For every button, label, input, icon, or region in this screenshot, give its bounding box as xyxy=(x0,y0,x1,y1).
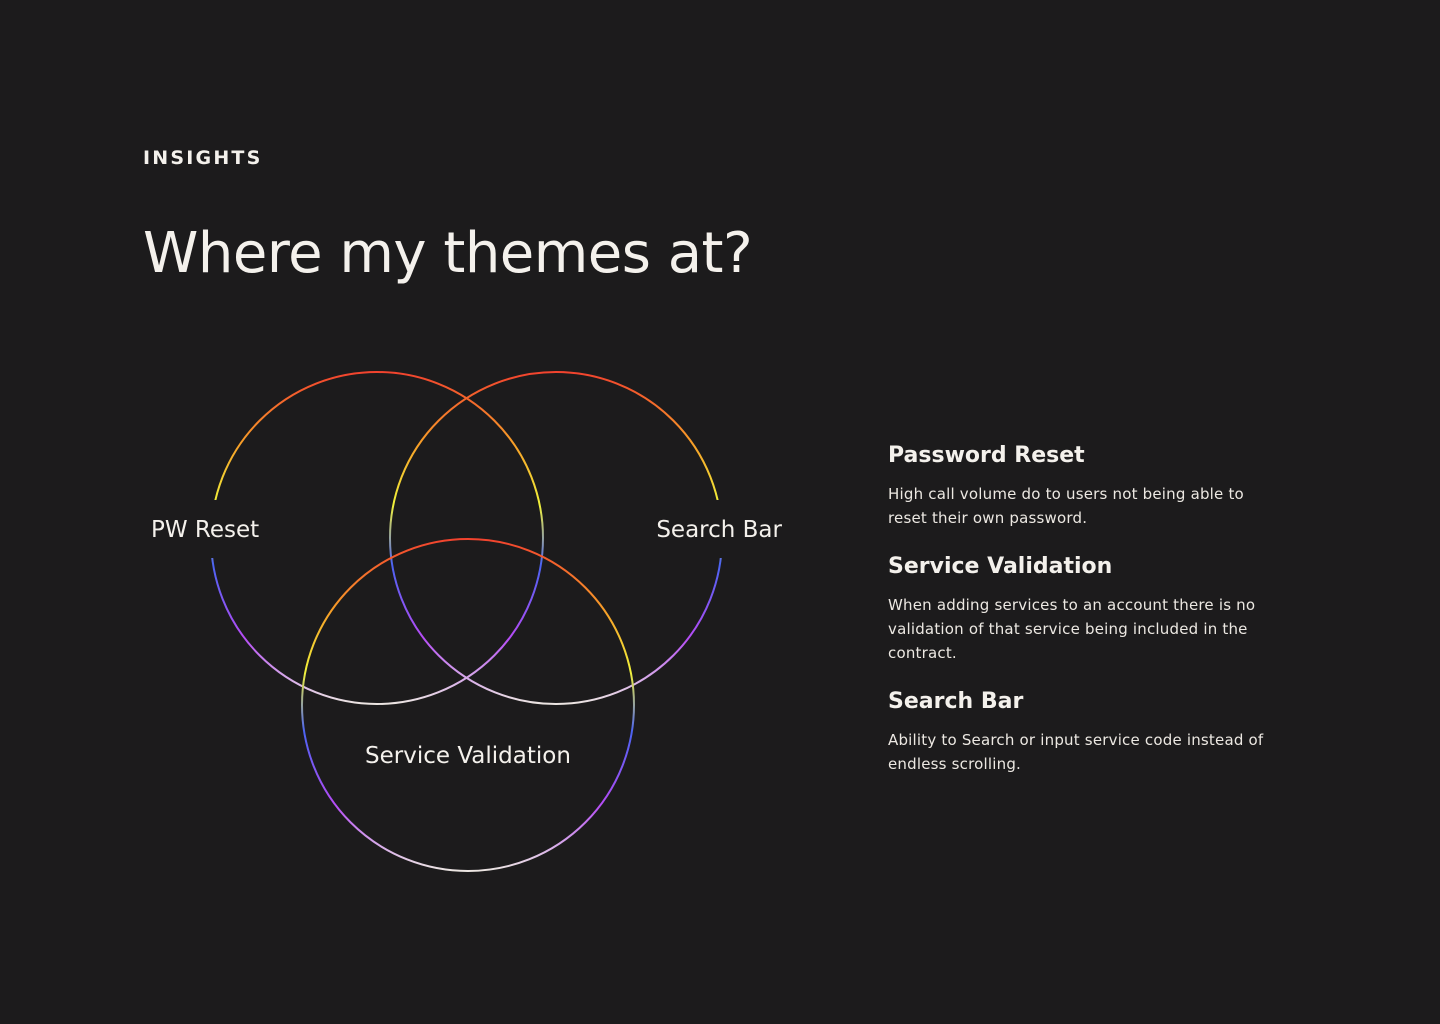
insight-title: Service Validation xyxy=(888,554,1113,579)
venn-label-search-bar: Search Bar xyxy=(656,517,782,543)
insight-item: Password Reset High call volume do to us… xyxy=(888,440,1288,530)
insights-list: Password Reset High call volume do to us… xyxy=(888,440,1288,797)
insight-item: Service Validation When adding services … xyxy=(888,551,1288,665)
venn-circle-service-validation xyxy=(301,538,635,872)
insight-body: High call volume do to users not being a… xyxy=(888,485,1244,527)
insight-body: Ability to Search or input service code … xyxy=(888,731,1264,773)
venn-label-pw-reset: PW Reset xyxy=(151,517,259,543)
insight-body: When adding services to an account there… xyxy=(888,596,1256,662)
venn-diagram: PW Reset Search Bar Service Validation xyxy=(151,371,783,872)
insight-item: Search Bar Ability to Search or input se… xyxy=(888,686,1288,776)
venn-label-service-validation: Service Validation xyxy=(365,743,571,769)
insight-title: Password Reset xyxy=(888,443,1085,468)
venn-circle-pw-reset xyxy=(210,371,544,705)
insight-title: Search Bar xyxy=(888,689,1024,714)
